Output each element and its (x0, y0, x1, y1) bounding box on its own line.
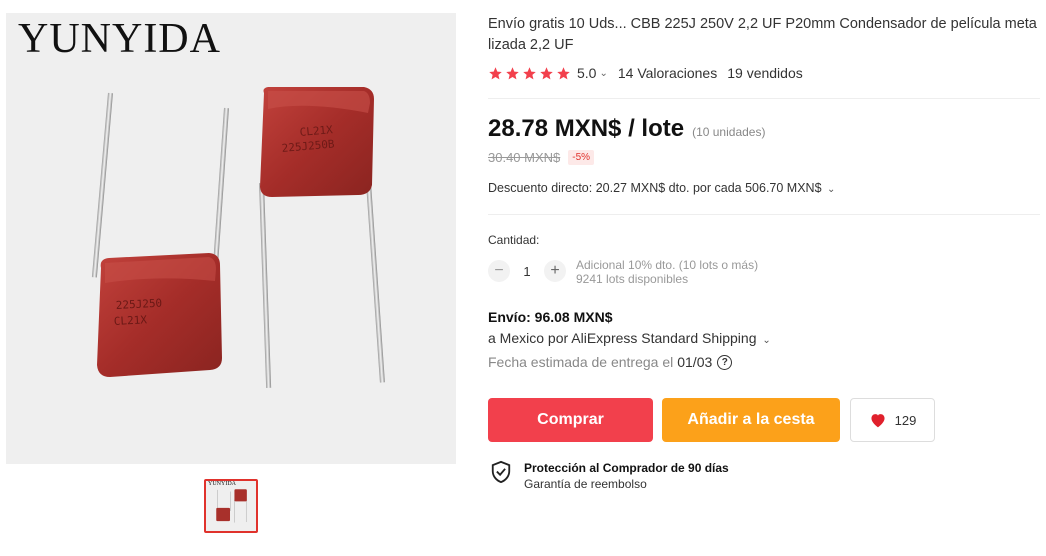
wishlist-button[interactable]: 129 (850, 398, 935, 442)
star-icon (557, 66, 570, 79)
rating-value[interactable]: 5.0 (577, 65, 596, 81)
stock-available: 9241 lots disponibles (576, 272, 689, 286)
increment-button[interactable]: + (544, 260, 566, 282)
shipping-method-text: a Mexico por AliExpress Standard Shippin… (488, 330, 757, 346)
chevron-down-icon[interactable]: ⌄ (827, 184, 835, 195)
star-icon (523, 66, 536, 79)
thumbnail-image (216, 489, 247, 523)
cap2-marking-2: CL21X (113, 313, 147, 328)
shipping-cost: Envío: 96.08 MXN$ (488, 309, 613, 325)
rating-row: 5.0 ⌄ 14 Valoraciones 19 vendidos (488, 65, 1040, 81)
delivery-prefix: Fecha estimada de entrega el (488, 354, 674, 370)
brand-watermark: YUNYIDA (18, 16, 221, 62)
price-units: (10 unidades) (692, 125, 766, 139)
star-icon (540, 66, 553, 79)
thumbnail-strip: YUNYIDA (204, 479, 258, 533)
delivery-date: 01/03 (677, 354, 713, 370)
protection-title: Protección al Comprador de 90 días (524, 461, 729, 475)
heart-icon (871, 414, 885, 428)
question-icon[interactable]: ? (717, 354, 733, 370)
add-to-cart-button[interactable]: Añadir a la cesta (662, 398, 840, 442)
thumbnail-1[interactable]: YUNYIDA (204, 479, 258, 533)
delivery-estimate: Fecha estimada de entrega el 01/03 ? (488, 354, 733, 370)
product-info: Envío gratis 10 Uds... CBB 225J 250V 2,2… (488, 14, 1040, 81)
bulk-discount-note: Adicional 10% dto. (10 lots o más) (576, 258, 759, 272)
quantity-value[interactable]: 1 (510, 264, 544, 279)
buy-now-button[interactable]: Comprar (488, 398, 653, 442)
coupon-text: Descuento directo: 20.27 MXN$ dto. por c… (488, 181, 822, 195)
discount-badge: -5% (568, 150, 595, 165)
chevron-down-icon[interactable]: ⌄ (599, 68, 607, 79)
current-price: 28.78 MXN$ / lote (488, 115, 685, 142)
star-rating[interactable] (488, 66, 571, 81)
cap2-marking-1: 225J250 (115, 297, 162, 312)
old-price-row: 30.40 MXN$ -5% (488, 150, 595, 165)
divider (488, 214, 1040, 215)
quantity-label: Cantidad: (488, 233, 540, 247)
original-price: 30.40 MXN$ (488, 150, 561, 165)
main-product-image[interactable]: CL21X 225J250B 225J250 CL21X YUNYIDA (6, 13, 456, 464)
shipping-method[interactable]: a Mexico por AliExpress Standard Shippin… (488, 330, 771, 346)
star-icon (489, 66, 502, 79)
star-icon (506, 66, 519, 79)
protection-subtitle: Garantía de reembolso (524, 477, 647, 491)
shield-check-icon (491, 460, 511, 484)
sold-count: 19 vendidos (727, 65, 803, 81)
quantity-note: Adicional 10% dto. (10 lots o más) 9241 … (576, 258, 758, 286)
chevron-down-icon[interactable]: ⌄ (762, 335, 770, 346)
capacitor-photo: CL21X 225J250B 225J250 CL21X (91, 87, 385, 388)
reviews-count[interactable]: 14 Valoraciones (618, 65, 717, 81)
quantity-stepper: − 1 + (488, 260, 566, 282)
product-title: Envío gratis 10 Uds... CBB 225J 250V 2,2… (488, 16, 1037, 53)
divider (488, 98, 1040, 99)
price-block: 28.78 MXN$ / lote (10 unidades) (488, 115, 765, 143)
coupon-row[interactable]: Descuento directo: 20.27 MXN$ dto. por c… (488, 181, 835, 195)
buyer-protection: Protección al Comprador de 90 días Garan… (490, 460, 729, 492)
decrement-button[interactable]: − (488, 260, 510, 282)
wishlist-count: 129 (894, 412, 917, 428)
